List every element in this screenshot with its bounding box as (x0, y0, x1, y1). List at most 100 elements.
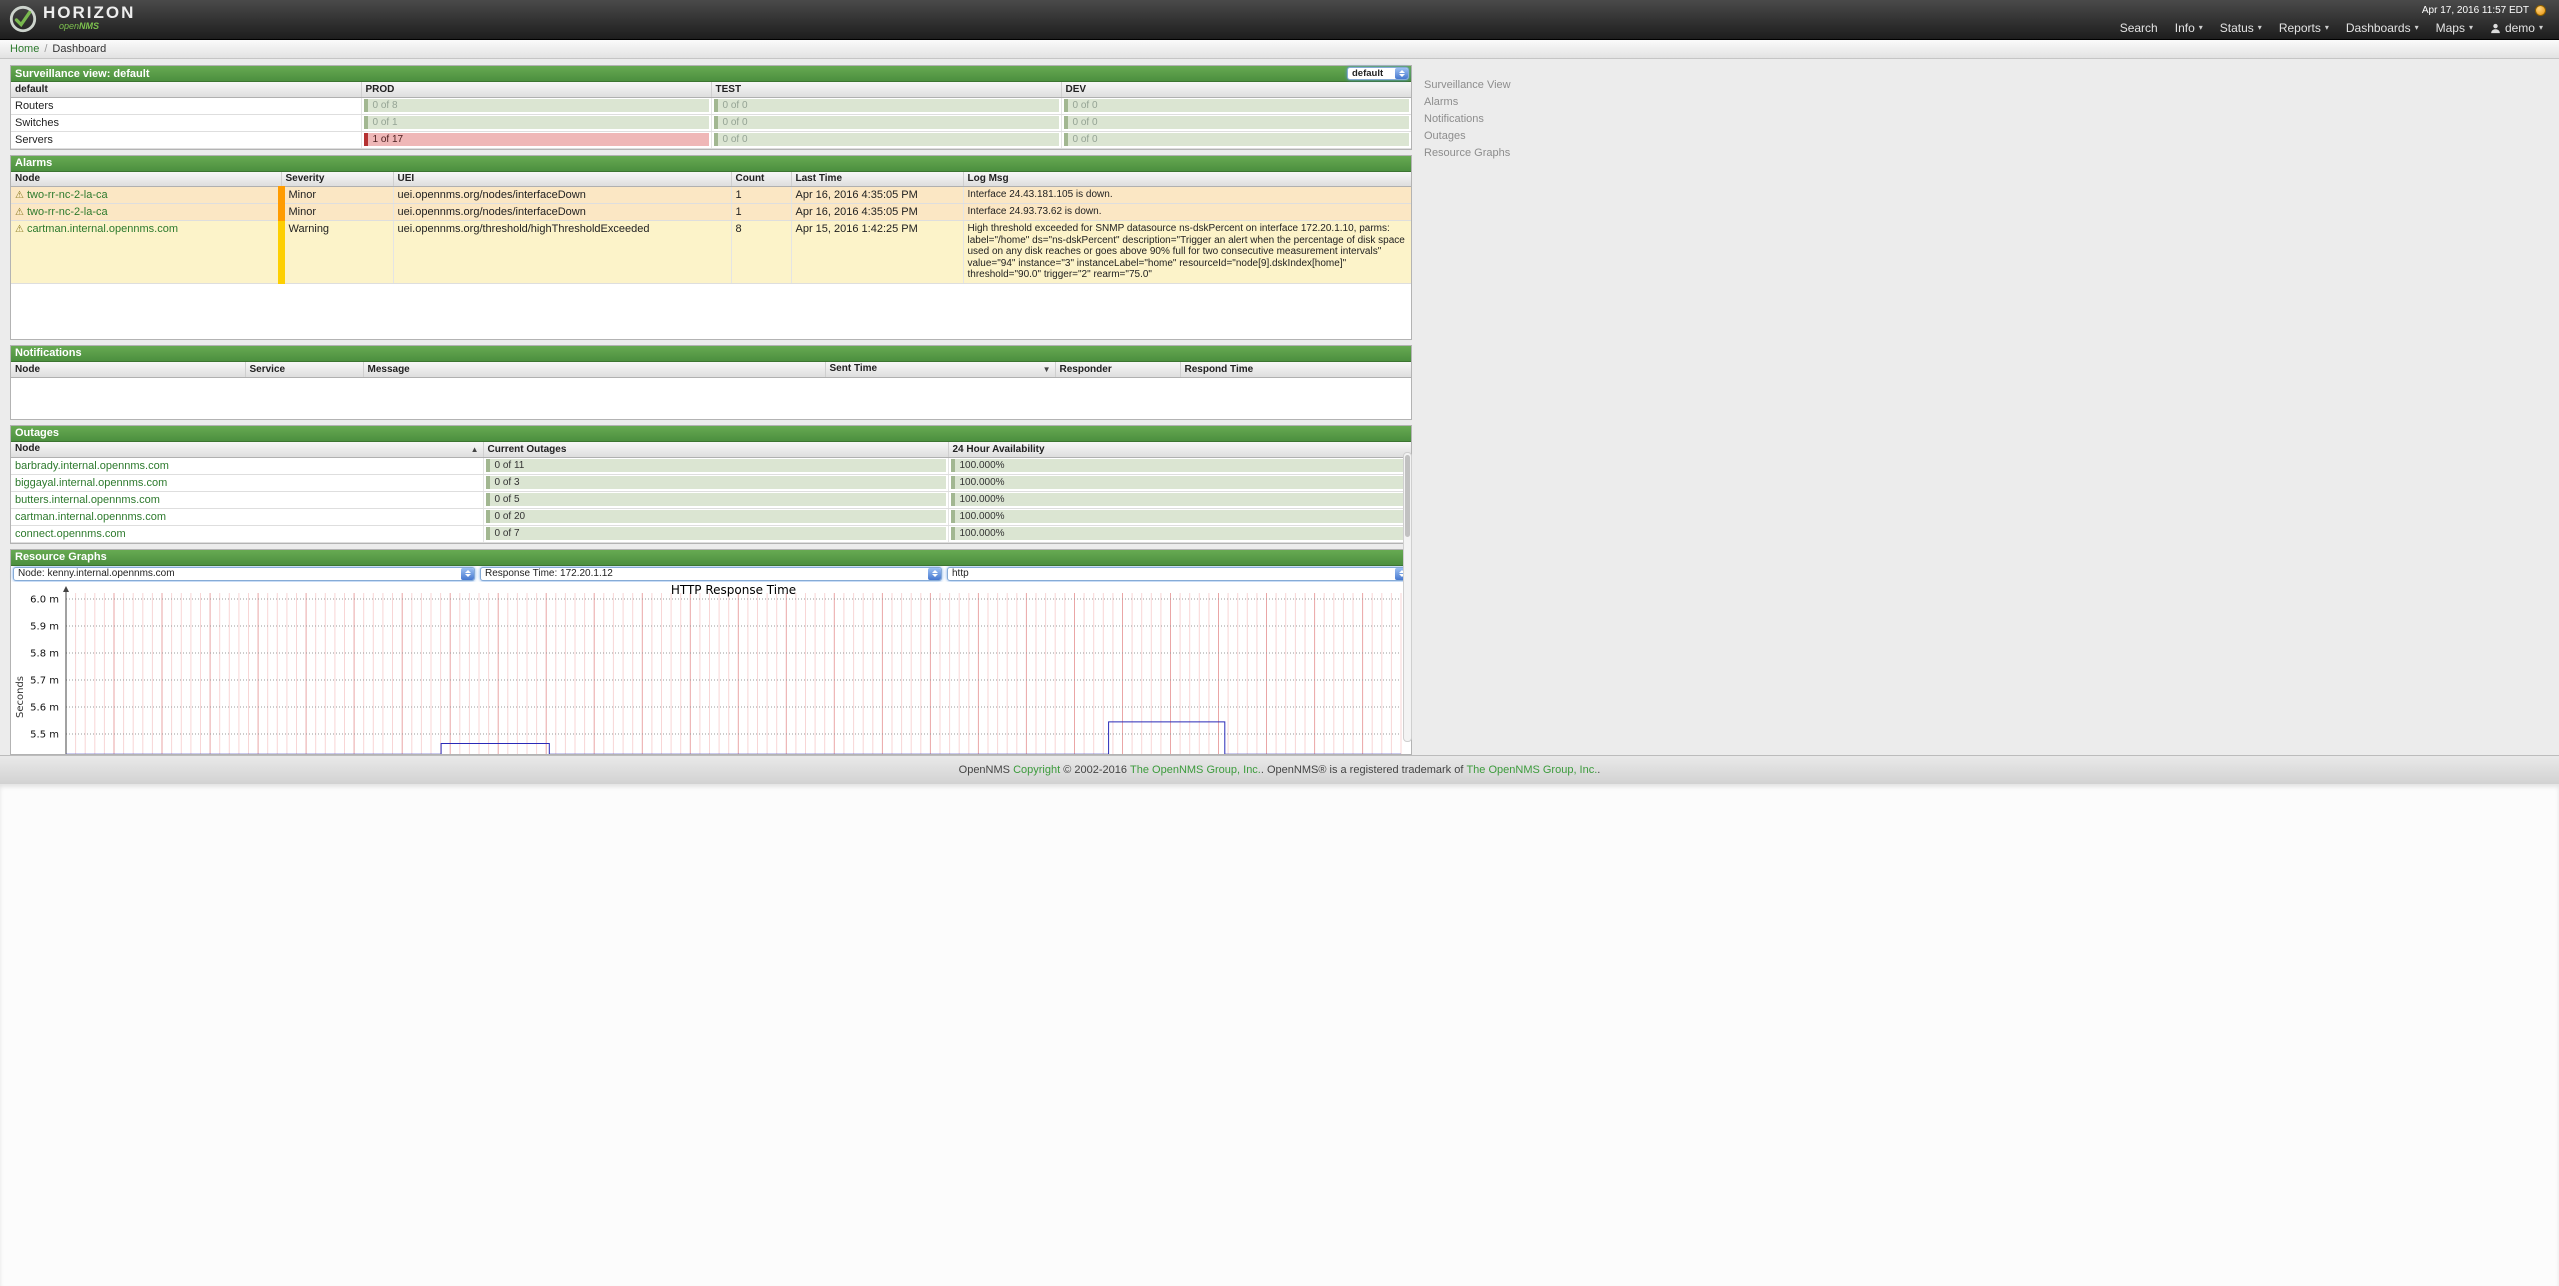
select-value: default (1352, 68, 1383, 79)
sidebar-item-outages[interactable]: Outages (1424, 131, 1511, 142)
sidebar-item-resource-graphs[interactable]: Resource Graphs (1424, 148, 1511, 159)
footer-group-link[interactable]: The OpenNMS Group, Inc. (1130, 764, 1261, 776)
breadcrumb-current: Dashboard (52, 43, 106, 55)
resource-graphs-panel: Resource Graphs Node: kenny.internal.ope… (10, 549, 1412, 755)
column-header[interactable]: Responder (1055, 362, 1180, 378)
status-cell[interactable]: 1 of 17 (364, 133, 709, 146)
status-value: 0 of 0 (1068, 100, 1098, 111)
alarm-node-link[interactable]: two-rr-nc-2-la-ca (27, 189, 108, 201)
status-cell[interactable]: 0 of 0 (714, 99, 1059, 112)
nav-reports[interactable]: Reports▾ (2279, 21, 2329, 35)
breadcrumb-home-link[interactable]: Home (10, 43, 39, 55)
nav-search[interactable]: Search (2120, 21, 2158, 35)
http-response-time-chart: 6.0 m5.9 m5.8 m5.7 m5.6 m5.5 mHTTP Respo… (11, 582, 1411, 754)
nav-status[interactable]: Status▾ (2220, 21, 2262, 35)
outages-panel: Outages ▲Node Current Outages 24 Hour Av… (10, 425, 1412, 544)
brand-sub-nms: NMS (79, 21, 99, 31)
resource-select[interactable]: Response Time: 172.20.1.12 (480, 567, 942, 581)
status-value: 0 of 0 (1068, 117, 1098, 128)
status-cell[interactable]: 0 of 0 (714, 133, 1059, 146)
column-header[interactable]: Node (11, 362, 245, 378)
sidebar-item-surveillance-view[interactable]: Surveillance View (1424, 80, 1511, 91)
status-cell: 100.000% (951, 493, 1410, 506)
select-value: Node: kenny.internal.opennms.com (18, 568, 175, 579)
svg-text:5.8 m: 5.8 m (30, 648, 59, 659)
outage-node-link[interactable]: biggayal.internal.opennms.com (15, 477, 167, 489)
alert-indicator-icon[interactable] (2535, 5, 2546, 16)
outage-node-link[interactable]: cartman.internal.opennms.com (15, 511, 166, 523)
nav-dashboards[interactable]: Dashboards▾ (2346, 21, 2419, 35)
main-nav: Search Info ▾ Status▾ Reports▾ Dashboards… (2120, 21, 2543, 35)
column-header[interactable]: Message (363, 362, 825, 378)
outage-node-link[interactable]: barbrady.internal.opennms.com (15, 460, 169, 472)
status-cell[interactable]: 0 of 0 (1064, 133, 1410, 146)
nav-label: Maps (2436, 21, 2465, 35)
svg-text:5.6 m: 5.6 m (30, 702, 59, 713)
brand-subtitle: openNMS (59, 22, 135, 31)
column-header[interactable]: Current Outages (483, 442, 948, 458)
status-value: 0 of 8 (368, 100, 398, 111)
status-cell: 100.000% (951, 510, 1410, 523)
column-header-sent-time[interactable]: ▼Sent Time (825, 362, 1055, 378)
select-stepper-icon (1395, 68, 1408, 79)
notifications-table: Node Service Message ▼Sent Time Responde… (11, 362, 1411, 378)
column-header: Severity (281, 172, 393, 187)
alarm-uei: uei.opennms.org/nodes/interfaceDown (393, 187, 731, 204)
alarm-row: ⚠cartman.internal.opennms.com Warning ue… (11, 221, 1411, 284)
status-cell[interactable]: 0 of 1 (364, 116, 709, 129)
status-cell: 0 of 7 (486, 527, 946, 540)
dashboard-scrollbar[interactable] (1403, 452, 1412, 742)
scrollbar-thumb[interactable] (1405, 455, 1410, 537)
alarm-severity: Minor (281, 187, 393, 204)
status-value: 0 of 0 (1068, 134, 1098, 145)
alarm-log-msg: Interface 24.43.181.105 is down. (963, 187, 1411, 204)
status-cell[interactable]: 0 of 0 (714, 116, 1059, 129)
panel-title: Surveillance view: default (15, 68, 150, 80)
column-header[interactable]: Service (245, 362, 363, 378)
column-header-node[interactable]: ▲Node (11, 442, 483, 458)
status-cell[interactable]: 0 of 8 (364, 99, 709, 112)
notifications-table-body: Node Service Message ▼Sent Time Responde… (11, 362, 1411, 419)
footer-text: . OpenNMS® is a registered trademark of (1261, 764, 1467, 776)
footer-copyright-link[interactable]: Copyright (1013, 764, 1060, 776)
column-header: TEST (711, 82, 1061, 97)
status-cell[interactable]: 0 of 0 (1064, 99, 1410, 112)
surveillance-view-select[interactable]: default (1347, 67, 1409, 80)
alarm-node-link[interactable]: two-rr-nc-2-la-ca (27, 206, 108, 218)
sidebar-item-alarms[interactable]: Alarms (1424, 97, 1511, 108)
nav-maps[interactable]: Maps▾ (2436, 21, 2473, 35)
footer-text: . (1597, 764, 1600, 776)
column-header: default (11, 82, 361, 97)
alarm-row: ⚠two-rr-nc-2-la-ca Minor uei.opennms.org… (11, 204, 1411, 221)
footer-text: © 2002-2016 (1060, 764, 1130, 776)
panel-title: Resource Graphs (15, 551, 107, 563)
opennms-logo[interactable]: HORIZON openNMS (8, 4, 135, 34)
row-label: Servers (11, 131, 361, 148)
caret-down-icon: ▾ (2199, 24, 2203, 32)
sidebar-item-notifications[interactable]: Notifications (1424, 114, 1511, 125)
column-header[interactable]: Respond Time (1180, 362, 1411, 378)
footer-group-link[interactable]: The OpenNMS Group, Inc. (1466, 764, 1597, 776)
outage-node-link[interactable]: connect.opennms.com (15, 528, 126, 540)
node-select[interactable]: Node: kenny.internal.opennms.com (13, 567, 475, 581)
outage-row: barbrady.internal.opennms.com 0 of 11 10… (11, 457, 1411, 474)
page-footer: OpenNMS Copyright © 2002-2016 The OpenNM… (0, 755, 2559, 784)
graph-select[interactable]: http (947, 567, 1409, 581)
nav-label: Dashboards (2346, 21, 2411, 35)
status-cell[interactable]: 0 of 0 (1064, 116, 1410, 129)
column-header[interactable]: 24 Hour Availability (948, 442, 1411, 458)
status-cell: 0 of 11 (486, 459, 946, 472)
nav-label: Info (2175, 21, 2195, 35)
alarm-log-msg: High threshold exceeded for SNMP datasou… (963, 221, 1411, 284)
outage-node-link[interactable]: butters.internal.opennms.com (15, 494, 160, 506)
status-value: 100.000% (955, 528, 1005, 539)
alarm-count: 8 (731, 221, 791, 284)
alarm-node-link[interactable]: cartman.internal.opennms.com (27, 223, 178, 235)
nav-info[interactable]: Info ▾ (2175, 21, 2203, 35)
resource-graphs-panel-header: Resource Graphs (11, 550, 1411, 566)
status-value: 0 of 0 (718, 134, 748, 145)
alarm-uei: uei.opennms.org/threshold/highThresholdE… (393, 221, 731, 284)
alarm-log-msg: Interface 24.93.73.62 is down. (963, 204, 1411, 221)
nav-user-demo[interactable]: demo▾ (2490, 21, 2543, 35)
status-cell: 0 of 5 (486, 493, 946, 506)
